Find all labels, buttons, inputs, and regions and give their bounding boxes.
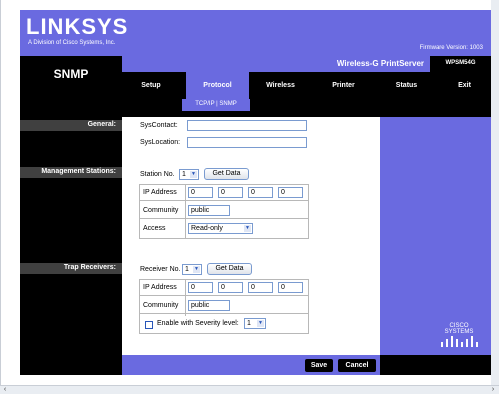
- trap-community-input[interactable]: public: [188, 300, 230, 311]
- station-no-label: Station No.: [140, 171, 175, 178]
- tab-protocol[interactable]: Protocol: [186, 72, 249, 99]
- receiver-get-data-button[interactable]: Get Data: [207, 263, 252, 275]
- management-ip-octet-2[interactable]: 0: [218, 187, 243, 198]
- syslocation-input[interactable]: [187, 137, 307, 148]
- chevron-down-icon: ▼: [193, 266, 200, 273]
- subnav: TCP/IP | SNMP: [122, 99, 491, 117]
- trap-community-label: Community: [143, 302, 179, 309]
- cisco-systems-logo: CISCO SYSTEMS: [435, 323, 483, 349]
- section-labels-column: General: Management Stations: Trap Recei…: [20, 117, 122, 355]
- management-ip-octet-1[interactable]: 0: [188, 187, 213, 198]
- save-button[interactable]: Save: [305, 359, 333, 372]
- tab-wireless[interactable]: Wireless: [249, 72, 312, 99]
- tab-exit[interactable]: Exit: [438, 72, 491, 99]
- trap-community-row: Community public: [140, 298, 308, 314]
- product-row: Wireless-G PrintServer WPSM54G: [122, 56, 491, 72]
- tab-printer[interactable]: Printer: [312, 72, 375, 99]
- receiver-no-select[interactable]: 1 ▼: [182, 264, 202, 275]
- management-ip-octet-4[interactable]: 0: [278, 187, 303, 198]
- horizontal-scrollbar[interactable]: ‹ ›: [0, 385, 499, 394]
- scroll-left-icon[interactable]: ‹: [1, 386, 9, 394]
- trap-ip-octet-4[interactable]: 0: [278, 282, 303, 293]
- header: LINKSYS A Division of Cisco Systems, Inc…: [20, 10, 491, 56]
- trap-table: IP Address 0 0 0 0 Community public Enab…: [139, 279, 309, 334]
- management-ip-row: IP Address 0 0 0 0: [140, 185, 308, 201]
- management-ip-label: IP Address: [143, 189, 177, 196]
- scroll-right-icon[interactable]: ›: [489, 386, 497, 394]
- trap-ip-octet-2[interactable]: 0: [218, 282, 243, 293]
- section-general: General:: [87, 121, 116, 128]
- severity-value: 1: [247, 320, 251, 327]
- management-ip-octet-3[interactable]: 0: [248, 187, 273, 198]
- station-get-data-button[interactable]: Get Data: [204, 168, 249, 180]
- trap-ip-row: IP Address 0 0 0 0: [140, 280, 308, 296]
- syslocation-label: SysLocation:: [140, 139, 181, 146]
- tab-status[interactable]: Status: [375, 72, 438, 99]
- station-no-value: 1: [182, 171, 186, 178]
- footer-actions: Save Cancel: [122, 355, 380, 375]
- tab-setup[interactable]: Setup: [122, 72, 180, 99]
- management-community-label: Community: [143, 207, 179, 214]
- severity-label: Enable with Severity level:: [157, 320, 239, 327]
- station-no-select[interactable]: 1 ▼: [179, 169, 199, 180]
- receiver-no-value: 1: [185, 266, 189, 273]
- firmware-version: Firmware Version: 1003: [419, 45, 483, 51]
- linksys-logo: LINKSYS: [26, 14, 129, 39]
- product-name: Wireless-G PrintServer: [336, 59, 424, 68]
- footer-right: [380, 355, 491, 375]
- syscontact-label: SysContact:: [140, 122, 178, 129]
- syscontact-input[interactable]: [187, 120, 307, 131]
- section-trap-receivers: Trap Receivers:: [63, 264, 116, 271]
- main-content: SysContact: SysLocation: Station No. 1 ▼…: [122, 117, 380, 355]
- trap-ip-octet-1[interactable]: 0: [188, 282, 213, 293]
- cisco-systems-text: CISCO SYSTEMS: [444, 323, 474, 335]
- management-community-row: Community public: [140, 203, 308, 219]
- management-access-select[interactable]: Read-only ▼: [188, 223, 253, 234]
- chevron-down-icon: ▼: [257, 320, 264, 327]
- severity-select[interactable]: 1 ▼: [244, 318, 266, 329]
- model-number: WPSM54G: [430, 56, 491, 72]
- chevron-down-icon: ▼: [190, 171, 197, 178]
- logo-subtitle: A Division of Cisco Systems, Inc.: [28, 40, 116, 46]
- management-access-value: Read-only: [191, 225, 223, 232]
- chevron-down-icon: ▼: [244, 225, 251, 232]
- section-management-stations: Management Stations:: [41, 168, 116, 175]
- trap-severity-row: Enable with Severity level: 1 ▼: [140, 316, 308, 332]
- right-column: CISCO SYSTEMS: [380, 117, 491, 355]
- cancel-button[interactable]: Cancel: [338, 359, 376, 372]
- receiver-no-label: Receiver No.: [140, 266, 181, 273]
- footer-left: [20, 355, 122, 375]
- management-table: IP Address 0 0 0 0 Community public Acce…: [139, 184, 309, 239]
- management-community-input[interactable]: public: [188, 205, 230, 216]
- trap-ip-label: IP Address: [143, 284, 177, 291]
- main-nav: Setup Protocol Wireless Printer Status E…: [122, 72, 491, 99]
- page-title: SNMP: [20, 56, 122, 117]
- management-access-label: Access: [143, 225, 166, 232]
- cisco-bars-icon: [441, 336, 478, 347]
- subnav-links[interactable]: TCP/IP | SNMP: [182, 99, 250, 111]
- vertical-scrollbar[interactable]: [491, 0, 499, 385]
- management-access-row: Access Read-only ▼: [140, 221, 308, 237]
- severity-checkbox[interactable]: [145, 321, 153, 329]
- trap-ip-octet-3[interactable]: 0: [248, 282, 273, 293]
